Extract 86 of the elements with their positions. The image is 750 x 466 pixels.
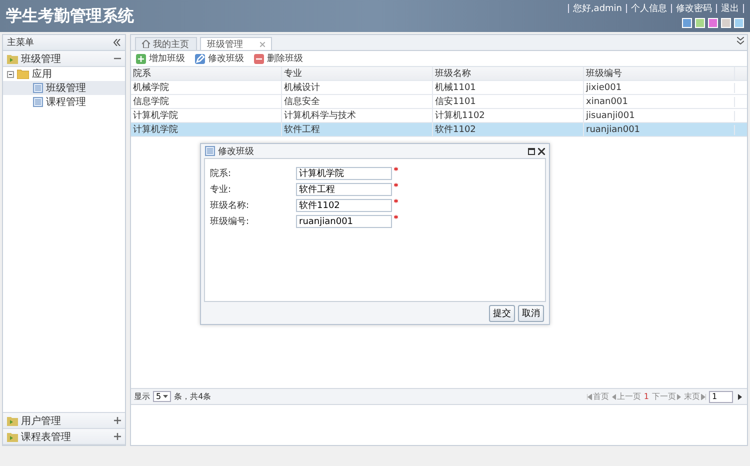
close-icon[interactable] [538,148,545,154]
theme-swatch[interactable] [721,18,731,28]
caret-right-icon [677,394,681,400]
header-link[interactable]: 您好,admin [572,2,622,15]
table-row[interactable]: 计算机学院 软件工程 软件1102 ruanjian001 [131,123,747,137]
input-field[interactable]: 软件工程 [296,183,392,196]
table-cell: 信安1101 [433,95,584,108]
toolbar-button[interactable]: 删除班级 [252,52,305,65]
app-title: 学生考勤管理系统 [6,6,134,27]
first-page-icon [586,394,592,400]
table-cell: xinan001 [584,96,735,106]
theme-swatch[interactable] [695,18,705,28]
tab[interactable]: 班级管理 [200,37,272,50]
column-header[interactable]: 专业 [282,67,433,80]
page-icon [33,97,43,107]
input-field[interactable]: 软件1102 [296,199,392,212]
table-cell: 计算机1102 [433,109,584,122]
field-label: 班级名称: [210,200,250,212]
page-icon [33,83,43,93]
table-row[interactable]: 信息学院 信息安全 信安1101 xinan001 [131,95,747,109]
last-page-icon [701,394,706,400]
page-icon [205,146,215,156]
tree-item[interactable]: 班级管理 [3,81,125,95]
table-cell: 机械1101 [433,81,584,94]
input-field[interactable]: ruanjian001 [296,215,392,228]
field-label: 专业: [210,184,232,196]
tree-item[interactable]: 课程管理 [3,95,125,109]
panel-title: 主菜单 [7,36,34,49]
page-input[interactable]: 1 [709,390,733,402]
home-icon [142,40,150,48]
record-summary: 条，共4条 [174,391,212,402]
column-header[interactable]: 院系 [131,67,282,80]
double-chevron-left-icon[interactable] [113,39,121,46]
caret-icon [163,395,168,398]
plus-icon [136,54,146,64]
expand-icon[interactable] [114,433,121,440]
folder-arrow-icon [7,416,18,426]
table-cell: 信息安全 [282,95,433,108]
header-link[interactable]: 修改密码 [676,2,712,15]
go-arrow-icon[interactable] [736,392,744,402]
folder-icon [17,69,29,79]
double-chevron-down-icon[interactable] [737,37,744,45]
dialog-button[interactable]: 取消 [518,304,544,322]
accordion-header[interactable]: 用户管理 [3,413,125,429]
table-cell: 计算机学院 [131,123,282,136]
table-cell: 机械设计 [282,81,433,94]
expand-icon[interactable] [114,417,121,424]
caret-left-icon [612,394,616,400]
current-page: 1 [644,392,649,401]
page-size-select[interactable]: 5 [153,391,172,402]
table-cell: ruanjian001 [584,124,735,134]
tab[interactable]: 我的主页 [135,37,197,50]
theme-swatch[interactable] [708,18,718,28]
field-label: 班级编号: [210,216,250,228]
minus-icon [254,54,264,64]
table-cell: 信息学院 [131,95,282,108]
folder-arrow-icon [7,54,18,64]
pencil-icon [195,54,205,64]
folder-arrow-icon [7,432,18,442]
header-link[interactable]: 退出 [721,2,739,15]
theme-swatch[interactable] [734,18,744,28]
theme-swatch[interactable] [682,18,692,28]
column-header[interactable]: 班级编号 [584,67,735,80]
table-cell: 计算机科学与技术 [282,109,433,122]
table-cell: 计算机学院 [131,109,282,122]
page-size-label: 显示 [134,391,150,402]
dialog-button[interactable]: 提交 [489,304,515,322]
tree-item[interactable]: 应用 [3,67,125,81]
table-cell: 软件工程 [282,123,433,136]
maximize-icon[interactable] [528,148,535,154]
dialog-title: 修改班级 [218,146,255,158]
input-field[interactable]: 计算机学院 [296,167,392,180]
column-header[interactable]: 班级名称 [433,67,584,80]
tree-toggle-icon[interactable] [7,70,14,78]
table-cell: jixie001 [584,82,735,92]
collapse-icon[interactable] [114,55,121,62]
header-link[interactable]: 个人信息 [631,2,667,15]
toolbar-button[interactable]: 增加班级 [134,52,187,65]
table-row[interactable]: 机械学院 机械设计 机械1101 jixie001 [131,81,747,95]
field-label: 院系: [210,168,232,180]
table-cell: jisuanji001 [584,110,735,120]
table-cell: 软件1102 [433,123,584,136]
accordion-header[interactable]: 班级管理 [3,51,125,67]
accordion-header[interactable]: 课程表管理 [3,429,125,445]
table-cell: 机械学院 [131,81,282,94]
toolbar-button[interactable]: 修改班级 [193,52,246,65]
